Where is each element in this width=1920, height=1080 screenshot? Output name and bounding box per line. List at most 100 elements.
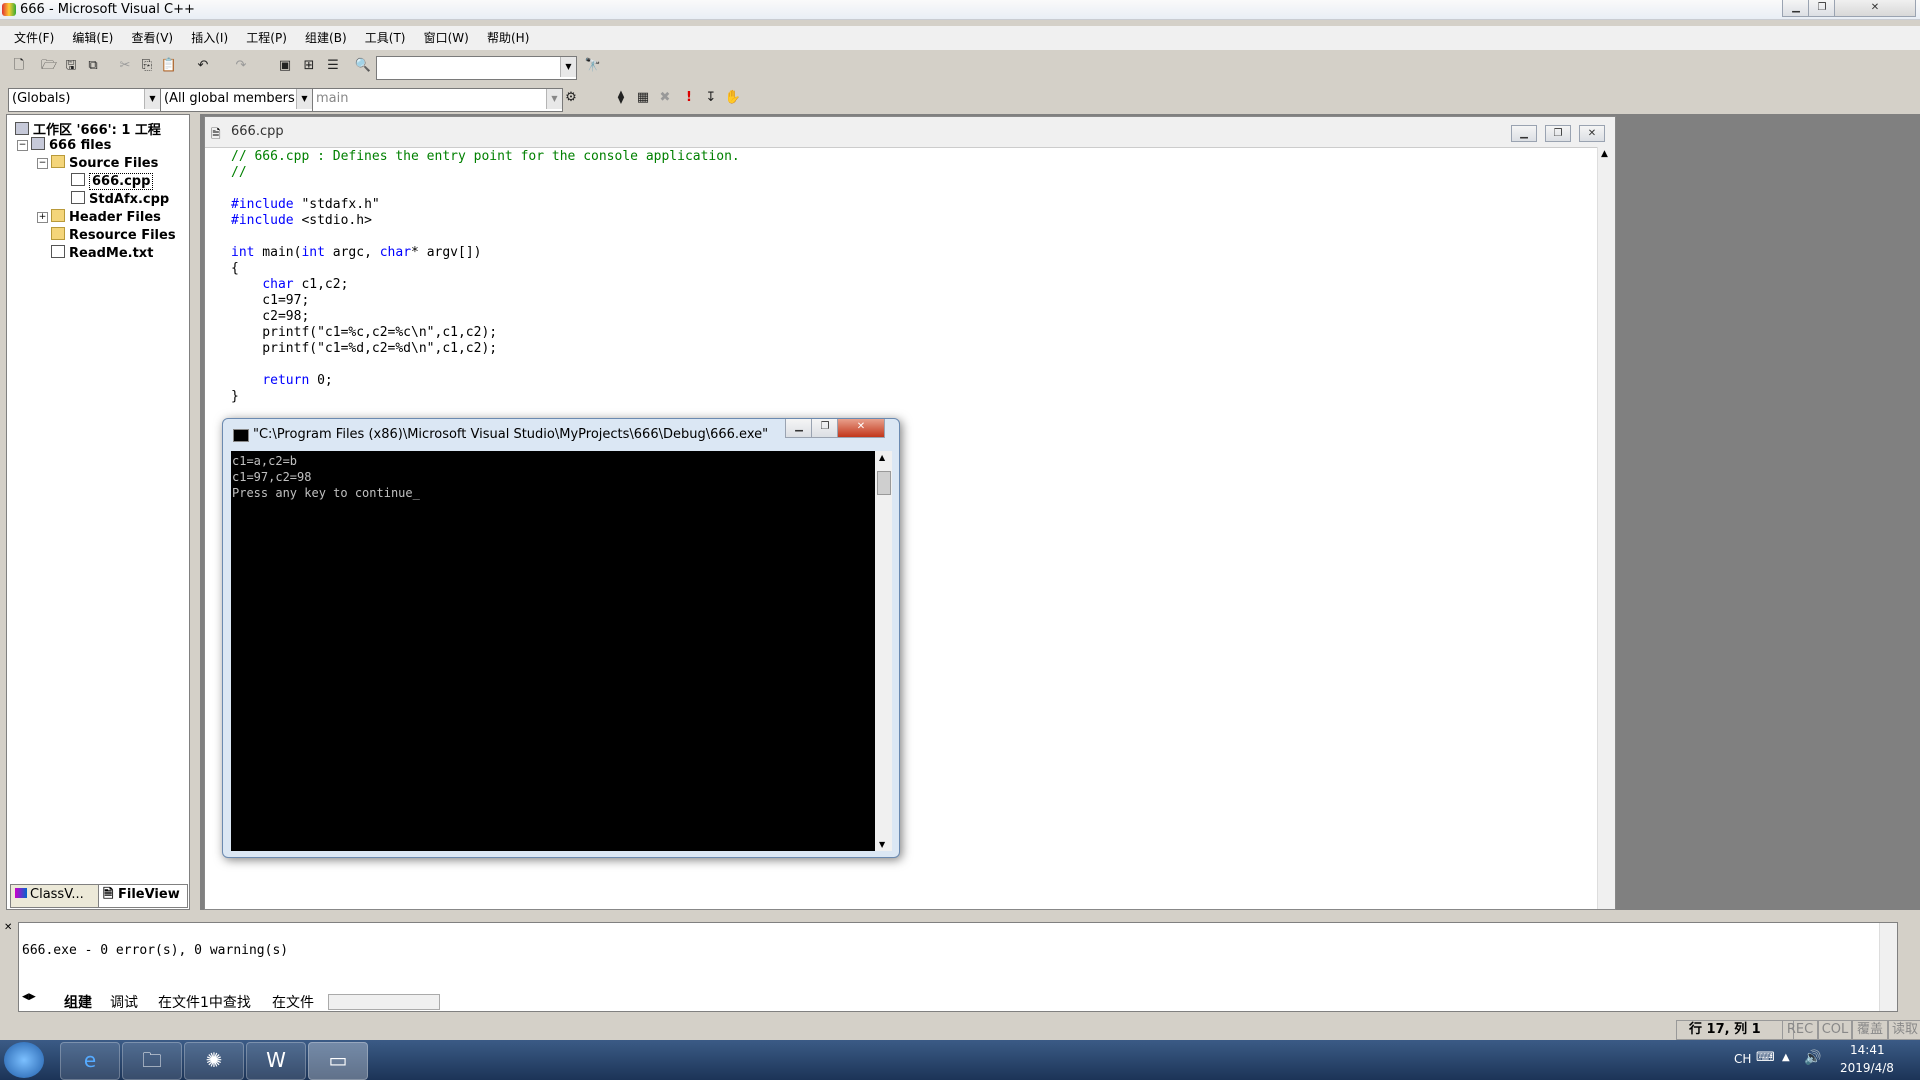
paste-icon[interactable]: 📋 [160,57,178,75]
minimize-button[interactable]: ▁ [1782,0,1810,17]
members-combo[interactable]: main ▼ [312,88,563,112]
tree-source-files[interactable]: Source Files [51,155,158,171]
status-rec: REC [1782,1020,1818,1040]
collapse-icon[interactable]: − [37,158,48,169]
tray-expand-icon[interactable]: ▲ [1782,1052,1790,1063]
save-icon[interactable]: 🖫 [62,57,80,75]
chevron-down-icon[interactable]: ▼ [546,89,562,109]
workspace-tabs: ClassV... 🗎 FileView [6,882,190,908]
editor-minimize-button[interactable]: ▁ [1511,125,1537,142]
scroll-up-icon[interactable]: ▲ [879,453,885,462]
start-button[interactable] [4,1042,44,1078]
status-ovr: 覆盖 [1852,1020,1888,1040]
tree-readme[interactable]: ReadMe.txt [51,245,153,261]
new-file-icon[interactable]: 🗋 [10,57,28,75]
scroll-thumb[interactable] [877,471,891,495]
filter-combo[interactable]: (All global members ▼ [160,88,313,112]
chevron-down-icon[interactable]: ▼ [560,57,576,77]
menu-edit[interactable]: 编辑(E) [66,26,119,49]
word-taskbar-button[interactable]: W [246,1042,306,1080]
find-icon[interactable]: 🔭 [584,57,602,75]
editor-maximize-button[interactable]: ❐ [1545,125,1571,142]
vc-taskbar-button[interactable]: ✺ [184,1042,244,1080]
output-window-icon[interactable]: ⊞ [300,57,318,75]
ie-taskbar-button[interactable]: e [60,1042,120,1080]
output-close-icon[interactable]: ✕ [4,922,12,933]
console-scrollbar[interactable]: ▲ ▼ [875,451,892,851]
tab-fileview[interactable]: 🗎 FileView [98,884,188,908]
tab-debug[interactable]: 调试 [110,992,138,1012]
app-icon [2,3,16,16]
chevron-down-icon[interactable]: ▼ [144,89,160,109]
tab-find-in-files-2[interactable]: 在文件 [272,992,314,1012]
close-button[interactable]: ✕ [1834,0,1916,17]
console-maximize-button[interactable]: ❐ [811,419,839,438]
open-folder-icon[interactable]: 🗁 [40,57,58,75]
tree-root[interactable]: 工作区 '666': 1 工程 [15,119,161,138]
wizard-action-icon[interactable]: ⚙ [562,89,580,107]
language-indicator[interactable]: CH [1734,1052,1751,1066]
collapse-icon[interactable]: − [17,140,28,151]
cut-icon[interactable]: ✂ [116,57,134,75]
redo-icon[interactable]: ↷ [232,57,250,75]
menu-file[interactable]: 文件(F) [8,26,60,49]
editor-scrollbar[interactable]: ▲ [1597,147,1615,909]
menu-help[interactable]: 帮助(H) [481,26,535,49]
build-icon[interactable]: ▦ [634,89,652,107]
output-scrollbar[interactable] [1879,923,1897,1011]
code-line: c2=98; [231,309,310,324]
find-combo[interactable]: ▼ [376,56,577,80]
tab-find-in-files-1[interactable]: 在文件1中查找 [158,992,251,1012]
menu-insert[interactable]: 插入(I) [185,26,234,49]
copy-icon[interactable]: ⎘ [138,57,156,75]
tab-classview[interactable]: ClassV... [10,884,100,908]
execute-icon[interactable]: ! [680,89,698,107]
tree-project[interactable]: 666 files [31,137,111,153]
code-area[interactable]: // 666.cpp : Defines the entry point for… [231,149,740,405]
tab-build[interactable]: 组建 [64,992,92,1012]
compile-icon[interactable]: ⧫ [612,89,630,107]
window-list-icon[interactable]: ☰ [324,57,342,75]
members-combo-value: main [316,91,349,106]
code-line: return 0; [262,373,333,388]
console-taskbar-button[interactable]: ▭ [308,1042,368,1080]
breakpoint-hand-icon[interactable]: ✋ [724,89,742,107]
tab-scroll-left-icon[interactable]: ◀▶ [22,992,36,1002]
scroll-up-icon[interactable]: ▲ [1601,149,1608,159]
class-combo[interactable]: (Globals) ▼ [8,88,161,112]
menu-tools[interactable]: 工具(T) [359,26,412,49]
code-line: char c1,c2; [262,277,349,292]
menu-project[interactable]: 工程(P) [240,26,293,49]
menu-window[interactable]: 窗口(W) [418,26,475,49]
expand-icon[interactable]: + [37,212,48,223]
tree-file-stdafx[interactable]: StdAfx.cpp [71,191,169,207]
menu-build[interactable]: 组建(B) [299,26,353,49]
tree-file-666cpp[interactable]: 666.cpp [71,173,154,190]
editor-close-button[interactable]: ✕ [1579,125,1605,142]
save-all-icon[interactable]: ⧉ [84,57,102,75]
stop-build-icon[interactable]: ✖ [656,89,674,107]
tab-fileview-label: FileView [117,887,180,902]
chevron-down-icon[interactable]: ▼ [296,89,312,109]
volume-icon[interactable]: 🔊 [1804,1050,1821,1066]
console-output[interactable]: c1=a,c2=b c1=97,c2=98 Press any key to c… [231,451,875,851]
workspace-icon[interactable]: ▣ [276,57,294,75]
go-icon[interactable]: ↧ [702,89,720,107]
console-minimize-button[interactable]: ▁ [785,419,813,438]
tree-project-label: 666 files [49,138,112,153]
tab-hscrollbar[interactable] [328,994,440,1010]
console-close-button[interactable]: ✕ [837,419,885,438]
clock-date[interactable]: 2019/4/8 [1840,1061,1894,1075]
cursor-position: 行 17, 列 1 [1676,1020,1794,1040]
scroll-down-icon[interactable]: ▼ [879,840,885,849]
explorer-taskbar-button[interactable]: 🗀 [122,1042,182,1080]
undo-icon[interactable]: ↶ [194,57,212,75]
clock-time[interactable]: 14:41 [1850,1043,1885,1057]
restore-button[interactable]: ❐ [1808,0,1836,17]
menu-view[interactable]: 查看(V) [126,26,180,49]
code-line: } [231,389,239,404]
tree-resource-files[interactable]: Resource Files [51,227,176,243]
tree-header-files[interactable]: Header Files [51,209,161,225]
find-in-files-icon[interactable]: 🔍 [354,57,372,75]
keyboard-icon[interactable]: ⌨ [1756,1050,1775,1065]
